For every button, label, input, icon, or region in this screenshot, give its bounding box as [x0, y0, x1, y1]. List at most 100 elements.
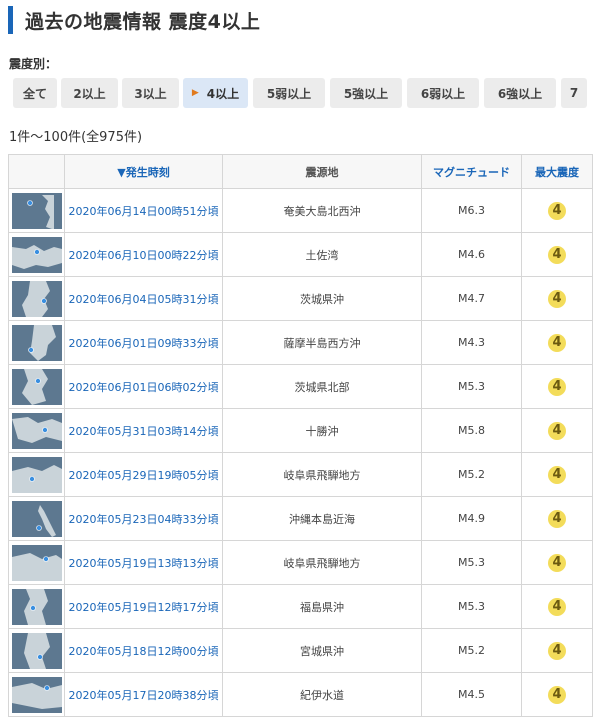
intensity-badge-icon: 4	[548, 641, 566, 660]
table-row[interactable]: 2020年06月10日00時22分頃 土佐湾 M4.6 4	[8, 232, 593, 277]
filter-label: 5弱以上	[266, 86, 312, 101]
intensity-cell: 4	[521, 584, 593, 629]
intensity-cell: 4	[521, 232, 593, 277]
intensity-cell: 4	[521, 452, 593, 497]
map-thumbnail-cell	[8, 188, 65, 233]
table-row[interactable]: 2020年05月17日20時38分頃 紀伊水道 M4.5 4	[8, 672, 593, 717]
table-row[interactable]: 2020年06月14日00時51分頃 奄美大島北西沖 M6.3 4	[8, 188, 593, 233]
intensity-cell: 4	[521, 276, 593, 321]
intensity-column-header[interactable]: 最大震度	[521, 154, 593, 189]
region-cell: 薩摩半島西方沖	[222, 320, 422, 365]
filter-3-plus-button[interactable]: 3以上	[122, 78, 179, 108]
page-title: 過去の地震情報 震度4以上	[25, 10, 261, 33]
map-thumbnail-cell	[8, 320, 65, 365]
magnitude-cell: M5.3	[421, 584, 522, 629]
filter-all-button[interactable]: 全て	[13, 78, 57, 108]
intensity-cell: 4	[521, 408, 593, 453]
table-row[interactable]: 2020年05月18日12時00分頃 宮城県沖 M5.2 4	[8, 628, 593, 673]
table-row[interactable]: 2020年05月19日12時17分頃 福島県沖 M5.3 4	[8, 584, 593, 629]
magnitude-cell: M4.6	[421, 232, 522, 277]
intensity-badge-icon: 4	[548, 333, 566, 352]
magnitude-cell: M5.2	[421, 452, 522, 497]
date-link[interactable]: 2020年05月19日13時13分頃	[64, 540, 223, 585]
magnitude-column-header[interactable]: マグニチュード	[421, 154, 522, 189]
filter-5-lower-plus-button[interactable]: 5弱以上	[253, 78, 325, 108]
map-thumbnail-cell	[8, 584, 65, 629]
table-row[interactable]: 2020年06月04日05時31分頃 茨城県沖 M4.7 4	[8, 276, 593, 321]
intensity-cell: 4	[521, 672, 593, 717]
region-cell: 岐阜県飛騨地方	[222, 452, 422, 497]
date-link[interactable]: 2020年05月19日12時17分頃	[64, 584, 223, 629]
table-row[interactable]: 2020年05月23日04時33分頃 沖縄本島近海 M4.9 4	[8, 496, 593, 541]
region-cell: 十勝沖	[222, 408, 422, 453]
table-row[interactable]: 2020年06月01日09時33分頃 薩摩半島西方沖 M4.3 4	[8, 320, 593, 365]
intensity-cell: 4	[521, 188, 593, 233]
epicenter-map-thumbnail[interactable]	[11, 676, 62, 713]
date-link[interactable]: 2020年06月01日06時02分頃	[64, 364, 223, 409]
thumb-column-header	[8, 154, 65, 189]
epicenter-map-thumbnail[interactable]	[11, 368, 62, 405]
epicenter-map-thumbnail[interactable]	[11, 544, 62, 581]
epicenter-map-thumbnail[interactable]	[11, 280, 62, 317]
epicenter-map-thumbnail[interactable]	[11, 236, 62, 273]
epicenter-map-thumbnail[interactable]	[11, 192, 62, 229]
intensity-badge-icon: 4	[548, 509, 566, 528]
table-row[interactable]: 2020年05月29日19時05分頃 岐阜県飛騨地方 M5.2 4	[8, 452, 593, 497]
magnitude-cell: M5.2	[421, 628, 522, 673]
date-link[interactable]: 2020年05月31日03時14分頃	[64, 408, 223, 453]
filter-4-plus-button[interactable]: ▶ 4以上	[183, 78, 248, 108]
date-link[interactable]: 2020年05月29日19時05分頃	[64, 452, 223, 497]
epicenter-map-thumbnail[interactable]	[11, 324, 62, 361]
date-column-header[interactable]: ▼発生時刻	[64, 154, 223, 189]
date-link[interactable]: 2020年05月23日04時33分頃	[64, 496, 223, 541]
magnitude-cell: M4.3	[421, 320, 522, 365]
epicenter-map-thumbnail[interactable]	[11, 588, 62, 625]
filter-label: 5強以上	[343, 86, 389, 101]
filter-label: 4以上	[206, 86, 240, 101]
magnitude-cell: M5.8	[421, 408, 522, 453]
table-row[interactable]: 2020年05月31日03時14分頃 十勝沖 M5.8 4	[8, 408, 593, 453]
result-count: 1件〜100件(全975件)	[9, 130, 143, 145]
filter-7-button[interactable]: 7	[561, 78, 587, 108]
intensity-badge-icon: 4	[548, 465, 566, 484]
intensity-badge-icon: 4	[548, 245, 566, 264]
region-cell: 土佐湾	[222, 232, 422, 277]
intensity-badge-icon: 4	[548, 597, 566, 616]
filter-5-upper-plus-button[interactable]: 5強以上	[330, 78, 402, 108]
map-thumbnail-cell	[8, 496, 65, 541]
epicenter-map-thumbnail[interactable]	[11, 456, 62, 493]
title-accent-bar	[8, 6, 13, 34]
map-thumbnail-cell	[8, 364, 65, 409]
magnitude-cell: M5.3	[421, 364, 522, 409]
filter-6-upper-plus-button[interactable]: 6強以上	[484, 78, 556, 108]
map-thumbnail-cell	[8, 452, 65, 497]
epicenter-map-thumbnail[interactable]	[11, 412, 62, 449]
filter-label: 全て	[22, 86, 47, 101]
region-cell: 福島県沖	[222, 584, 422, 629]
filter-label: 3以上	[134, 86, 167, 101]
date-link[interactable]: 2020年06月01日09時33分頃	[64, 320, 223, 365]
epicenter-map-thumbnail[interactable]	[11, 632, 62, 669]
date-link[interactable]: 2020年06月14日00時51分頃	[64, 188, 223, 233]
filter-6-lower-plus-button[interactable]: 6弱以上	[407, 78, 479, 108]
map-thumbnail-cell	[8, 672, 65, 717]
date-link[interactable]: 2020年05月17日20時38分頃	[64, 672, 223, 717]
table-row[interactable]: 2020年05月19日13時13分頃 岐阜県飛騨地方 M5.3 4	[8, 540, 593, 585]
table-row[interactable]: 2020年06月01日06時02分頃 茨城県北部 M5.3 4	[8, 364, 593, 409]
map-thumbnail-cell	[8, 232, 65, 277]
region-cell: 岐阜県飛騨地方	[222, 540, 422, 585]
intensity-cell: 4	[521, 540, 593, 585]
magnitude-cell: M4.9	[421, 496, 522, 541]
epicenter-map-thumbnail[interactable]	[11, 500, 62, 537]
table-header-row: ▼発生時刻 震源地 マグニチュード 最大震度	[8, 154, 593, 189]
date-link[interactable]: 2020年06月10日00時22分頃	[64, 232, 223, 277]
date-link[interactable]: 2020年05月18日12時00分頃	[64, 628, 223, 673]
map-thumbnail-cell	[8, 628, 65, 673]
region-cell: 茨城県北部	[222, 364, 422, 409]
earthquake-table: ▼発生時刻 震源地 マグニチュード 最大震度 2020年06月14日00時51分…	[8, 154, 593, 717]
magnitude-cell: M6.3	[421, 188, 522, 233]
magnitude-cell: M4.7	[421, 276, 522, 321]
intensity-badge-icon: 4	[548, 685, 566, 704]
date-link[interactable]: 2020年06月04日05時31分頃	[64, 276, 223, 321]
filter-2-plus-button[interactable]: 2以上	[61, 78, 118, 108]
